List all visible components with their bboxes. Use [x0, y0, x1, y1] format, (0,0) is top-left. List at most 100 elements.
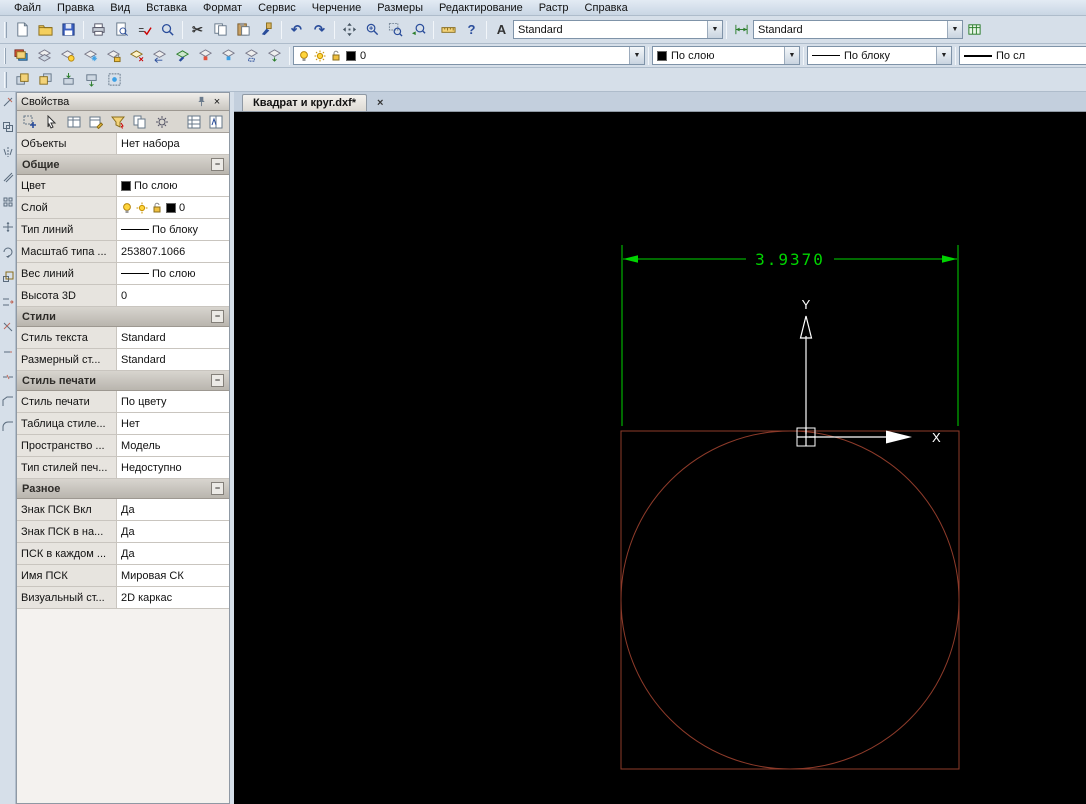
tab-drawing-file[interactable]: Квадрат и круг.dxf* — [242, 94, 368, 111]
layer-match-button[interactable] — [171, 45, 194, 66]
property-value[interactable]: 2D каркас — [117, 587, 229, 608]
property-row-text-style[interactable]: Стиль текста Standard — [17, 327, 229, 349]
property-row-plot-space[interactable]: Пространство ... Модель — [17, 435, 229, 457]
property-row-linetype[interactable]: Тип линий По блоку — [17, 219, 229, 241]
fillet-icon[interactable] — [2, 421, 14, 433]
toolbar-grip[interactable] — [4, 47, 6, 64]
match-properties-button[interactable] — [255, 19, 278, 40]
menu-file[interactable]: Файл — [6, 1, 49, 15]
pan-button[interactable] — [338, 19, 361, 40]
layer-unisolate-button[interactable] — [217, 45, 240, 66]
menu-draw[interactable]: Черчение — [304, 1, 370, 15]
inspect-button[interactable] — [103, 69, 126, 90]
selection-row[interactable]: Объекты Нет набора — [17, 133, 229, 155]
property-row-ucs-name[interactable]: Имя ПСК Мировая СК — [17, 565, 229, 587]
property-value[interactable]: 253807.1066 — [117, 241, 229, 262]
extend-icon[interactable] — [2, 346, 14, 358]
layer-lock-button[interactable] — [102, 45, 125, 66]
menu-format[interactable]: Формат — [195, 1, 250, 15]
property-row-plot-table[interactable]: Таблица стиле... Нет — [17, 413, 229, 435]
property-row-lineweight[interactable]: Вес линий По слою — [17, 263, 229, 285]
layer-isolate-button[interactable] — [194, 45, 217, 66]
property-value[interactable]: Недоступно — [117, 457, 229, 478]
dim-style-combo[interactable]: Standard ▼ — [753, 20, 963, 39]
undo-button[interactable]: ↶ — [285, 19, 308, 40]
zoom-previous-button[interactable] — [407, 19, 430, 40]
tab-close-button[interactable]: × — [373, 95, 387, 111]
property-value[interactable]: Нет — [117, 413, 229, 434]
zoom-window-button[interactable] — [384, 19, 407, 40]
lineweight-combo[interactable]: По сл — [959, 46, 1086, 65]
collapse-icon[interactable]: − — [211, 310, 224, 323]
zoom-realtime-button[interactable] — [361, 19, 384, 40]
collapse-icon[interactable]: − — [211, 158, 224, 171]
layer-on-button[interactable] — [56, 45, 79, 66]
sort-alphabetical-button[interactable] — [206, 113, 226, 131]
chevron-down-icon[interactable]: ▼ — [707, 21, 722, 38]
drawing-canvas[interactable]: 3.9370 Y X — [234, 112, 1086, 804]
drawing-area[interactable]: 3.9370 Y X — [234, 112, 1086, 804]
section-header-general[interactable]: Общие − — [17, 155, 229, 175]
property-value[interactable]: Standard — [117, 327, 229, 348]
property-value[interactable]: 0 — [117, 197, 229, 218]
paste-button[interactable] — [232, 19, 255, 40]
collapse-icon[interactable]: − — [211, 482, 224, 495]
draworder-back-button[interactable] — [34, 69, 57, 90]
collapse-icon[interactable]: − — [211, 374, 224, 387]
toolbar-grip[interactable] — [4, 21, 7, 38]
find-button[interactable] — [156, 19, 179, 40]
property-value[interactable]: Да — [117, 499, 229, 520]
dim-style-button[interactable] — [730, 19, 753, 40]
property-row-plot-style[interactable]: Стиль печати По цвету — [17, 391, 229, 413]
menu-insert[interactable]: Вставка — [138, 1, 195, 15]
redo-button[interactable]: ↷ — [308, 19, 331, 40]
copy-tool-icon[interactable] — [2, 121, 14, 133]
draworder-above-button[interactable] — [57, 69, 80, 90]
property-value[interactable]: Да — [117, 543, 229, 564]
menu-view[interactable]: Вид — [102, 1, 138, 15]
categorized-view-button[interactable] — [64, 113, 84, 131]
property-row-thickness[interactable]: Высота 3D 0 — [17, 285, 229, 307]
settings-button[interactable] — [152, 113, 172, 131]
section-header-plot-style[interactable]: Стиль печати − — [17, 371, 229, 391]
property-row-layer[interactable]: Слой 0 — [17, 197, 229, 219]
layer-manager-button[interactable] — [10, 45, 33, 66]
quick-select-button[interactable] — [108, 113, 128, 131]
property-value[interactable]: Standard — [117, 349, 229, 370]
select-objects-button[interactable] — [42, 113, 62, 131]
table-style-button[interactable] — [963, 19, 986, 40]
menu-tools[interactable]: Сервис — [250, 1, 304, 15]
property-value[interactable]: 0 — [117, 285, 229, 306]
spelling-button[interactable] — [133, 19, 156, 40]
properties-title-bar[interactable]: Свойства × — [17, 93, 229, 111]
layer-walk-button[interactable] — [240, 45, 263, 66]
property-row-plot-type[interactable]: Тип стилей печ... Недоступно — [17, 457, 229, 479]
chevron-down-icon[interactable]: ▼ — [947, 21, 962, 38]
make-layer-current-button[interactable] — [125, 45, 148, 66]
property-value[interactable]: По блоку — [117, 219, 229, 240]
draworder-front-button[interactable] — [11, 69, 34, 90]
scale-icon[interactable] — [2, 271, 14, 283]
pickadd-toggle-button[interactable] — [20, 113, 40, 131]
layer-combo[interactable]: 0 ▼ — [293, 46, 645, 65]
offset-icon[interactable] — [2, 171, 14, 183]
move-icon[interactable] — [2, 221, 14, 233]
property-row-color[interactable]: Цвет По слою — [17, 175, 229, 197]
save-button[interactable] — [57, 19, 80, 40]
text-style-button[interactable]: A — [490, 19, 513, 40]
chevron-down-icon[interactable]: ▼ — [629, 47, 644, 64]
copy-value-button[interactable] — [130, 113, 150, 131]
layer-states-button[interactable] — [33, 45, 56, 66]
rotate-icon[interactable] — [2, 246, 14, 258]
copy-button[interactable] — [209, 19, 232, 40]
property-value[interactable]: Модель — [117, 435, 229, 456]
edit-table-button[interactable] — [86, 113, 106, 131]
distance-button[interactable] — [437, 19, 460, 40]
text-style-combo[interactable]: Standard ▼ — [513, 20, 723, 39]
layer-freeze-button[interactable] — [79, 45, 102, 66]
property-value[interactable]: По цвету — [117, 391, 229, 412]
trim-icon[interactable] — [2, 321, 14, 333]
panel-close-button[interactable]: × — [209, 94, 225, 109]
chevron-down-icon[interactable]: ▼ — [784, 47, 799, 64]
section-header-misc[interactable]: Разное − — [17, 479, 229, 499]
